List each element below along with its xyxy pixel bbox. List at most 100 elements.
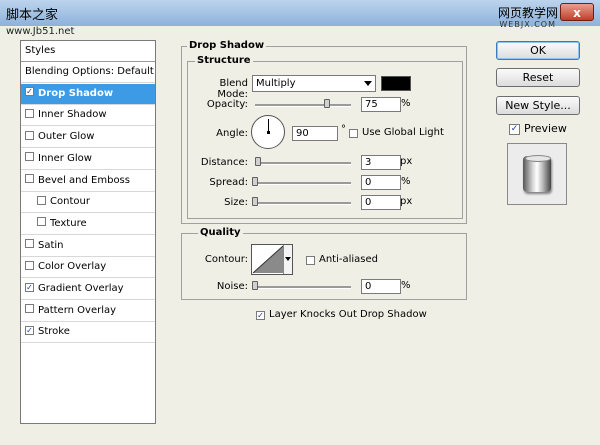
noise-slider-track[interactable] (255, 286, 351, 289)
title-bar: 脚本之家 网页教学网 WEBJX.COM x (0, 0, 600, 29)
angle-dial[interactable] (251, 115, 285, 149)
style-item-label: Contour (50, 196, 90, 208)
style-item-label: Color Overlay (38, 261, 107, 273)
distance-slider-handle[interactable] (255, 157, 261, 166)
opacity-slider-handle[interactable] (324, 99, 330, 108)
style-item-label: Gradient Overlay (38, 283, 124, 294)
styles-list: Styles Blending Options: Default ✓ Drop Sh… (20, 40, 156, 424)
close-icon: x (573, 6, 581, 20)
style-item-label: Inner Shadow (38, 109, 107, 121)
spread-input[interactable]: 0 (361, 175, 401, 190)
blend-mode-value: Multiply (256, 78, 296, 89)
style-item-checkbox[interactable] (25, 304, 34, 314)
spread-unit: % (401, 176, 411, 187)
style-item-label: Outer Glow (38, 131, 95, 143)
style-item-label: Bevel and Emboss (38, 174, 130, 186)
style-item-checkbox[interactable] (25, 130, 34, 140)
distance-unit: px (400, 156, 413, 167)
style-item-label: Blending Options: Default (25, 66, 154, 77)
spread-slider-handle[interactable] (252, 177, 258, 186)
style-item-checkbox[interactable]: ✓ (25, 87, 34, 97)
style-item-color-overlay[interactable]: Color Overlay (21, 257, 155, 279)
preview-label: Preview (524, 122, 567, 135)
size-slider-handle[interactable] (252, 197, 258, 206)
style-item-label: Drop Shadow (38, 87, 114, 99)
size-slider-track[interactable] (255, 202, 351, 205)
close-button[interactable]: x (560, 3, 594, 21)
style-item-label: Texture (50, 217, 87, 229)
angle-input[interactable]: 90 (292, 126, 338, 141)
layer-knocks-out-label: Layer Knocks Out Drop Shadow (269, 309, 427, 320)
style-item-checkbox[interactable] (25, 260, 34, 270)
ok-button[interactable]: OK (496, 41, 580, 60)
distance-slider-track[interactable] (255, 162, 351, 165)
noise-slider-handle[interactable] (252, 281, 258, 290)
contour-label: Contour: (204, 254, 248, 265)
opacity-input[interactable]: 75 (361, 97, 401, 112)
style-item-checkbox[interactable]: ✓ (25, 325, 34, 335)
style-item-inner-glow[interactable]: Inner Glow (21, 149, 155, 170)
style-item-checkbox[interactable]: ✓ (25, 282, 34, 292)
style-item-blending-options-default[interactable]: Blending Options: Default (21, 62, 155, 83)
style-item-checkbox[interactable] (37, 195, 46, 205)
style-preview-thumbnail (507, 143, 567, 205)
contour-linear-icon (252, 245, 284, 274)
style-item-stroke[interactable]: ✓ Stroke (21, 322, 155, 344)
opacity-label: Opacity: (206, 99, 248, 110)
style-item-label: Satin (38, 239, 64, 251)
style-item-checkbox[interactable] (37, 217, 46, 227)
distance-input[interactable]: 3 (361, 155, 401, 170)
style-item-drop-shadow[interactable]: ✓ Drop Shadow (21, 83, 155, 105)
style-item-checkbox[interactable] (25, 152, 34, 162)
style-item-checkbox[interactable] (25, 108, 34, 118)
style-item-pattern-overlay[interactable]: Pattern Overlay (21, 301, 155, 322)
preview-cylinder-icon (523, 155, 551, 192)
style-item-contour[interactable]: Contour (21, 192, 155, 214)
preview-checkbox[interactable]: ✓ (509, 124, 520, 135)
style-item-bevel-and-emboss[interactable]: Bevel and Emboss (21, 171, 155, 192)
chevron-down-icon (285, 257, 291, 261)
style-item-outer-glow[interactable]: Outer Glow (21, 127, 155, 149)
style-item-inner-shadow[interactable]: Inner Shadow (21, 105, 155, 127)
structure-title: Structure (195, 55, 253, 66)
noise-input[interactable]: 0 (361, 279, 401, 294)
style-item-gradient-overlay[interactable]: ✓ Gradient Overlay (21, 279, 155, 300)
spread-label: Spread: (209, 177, 248, 188)
watermark-left: 脚本之家 (6, 8, 59, 23)
layer-style-dialog: 脚本之家 网页教学网 WEBJX.COM x www.Jb51.net Styl… (0, 0, 600, 445)
noise-label: Noise: (216, 281, 248, 292)
style-item-label: Pattern Overlay (38, 304, 117, 316)
styles-header[interactable]: Styles (21, 41, 155, 62)
style-item-checkbox[interactable] (25, 174, 34, 183)
style-item-label: Inner Glow (38, 152, 92, 164)
spread-slider-track[interactable] (255, 182, 351, 185)
layer-knocks-out-checkbox[interactable]: ✓ (256, 311, 265, 320)
anti-aliased-label: Anti-aliased (319, 254, 379, 265)
anti-aliased-checkbox[interactable] (306, 256, 315, 265)
watermark-right-url: WEBJX.COM (499, 20, 556, 29)
watermark-left-url: www.Jb51.net (6, 26, 75, 37)
noise-unit: % (401, 280, 411, 291)
opacity-slider-track[interactable] (255, 104, 351, 107)
blend-mode-label: Blend Mode: (217, 78, 248, 100)
blend-mode-select[interactable]: Multiply (252, 75, 376, 92)
style-item-satin[interactable]: Satin (21, 236, 155, 257)
style-item-texture[interactable]: Texture (21, 214, 155, 235)
shadow-color-swatch[interactable] (381, 76, 411, 91)
quality-title: Quality (198, 227, 243, 238)
angle-center-icon (267, 131, 270, 134)
reset-button[interactable]: Reset (496, 68, 580, 87)
angle-label: Angle: (216, 128, 248, 139)
size-input[interactable]: 0 (361, 195, 401, 210)
use-global-light-checkbox[interactable] (349, 129, 358, 138)
style-item-checkbox[interactable] (25, 239, 34, 249)
use-global-light-label: Use Global Light (362, 127, 444, 138)
contour-picker[interactable] (251, 244, 293, 275)
distance-label: Distance: (200, 157, 248, 168)
watermark-right: 网页教学网 (497, 6, 558, 20)
new-style-button[interactable]: New Style... (496, 96, 580, 115)
opacity-unit: % (401, 98, 411, 109)
style-item-label: Stroke (38, 326, 70, 338)
chevron-down-icon (364, 81, 372, 86)
size-unit: px (400, 196, 413, 207)
